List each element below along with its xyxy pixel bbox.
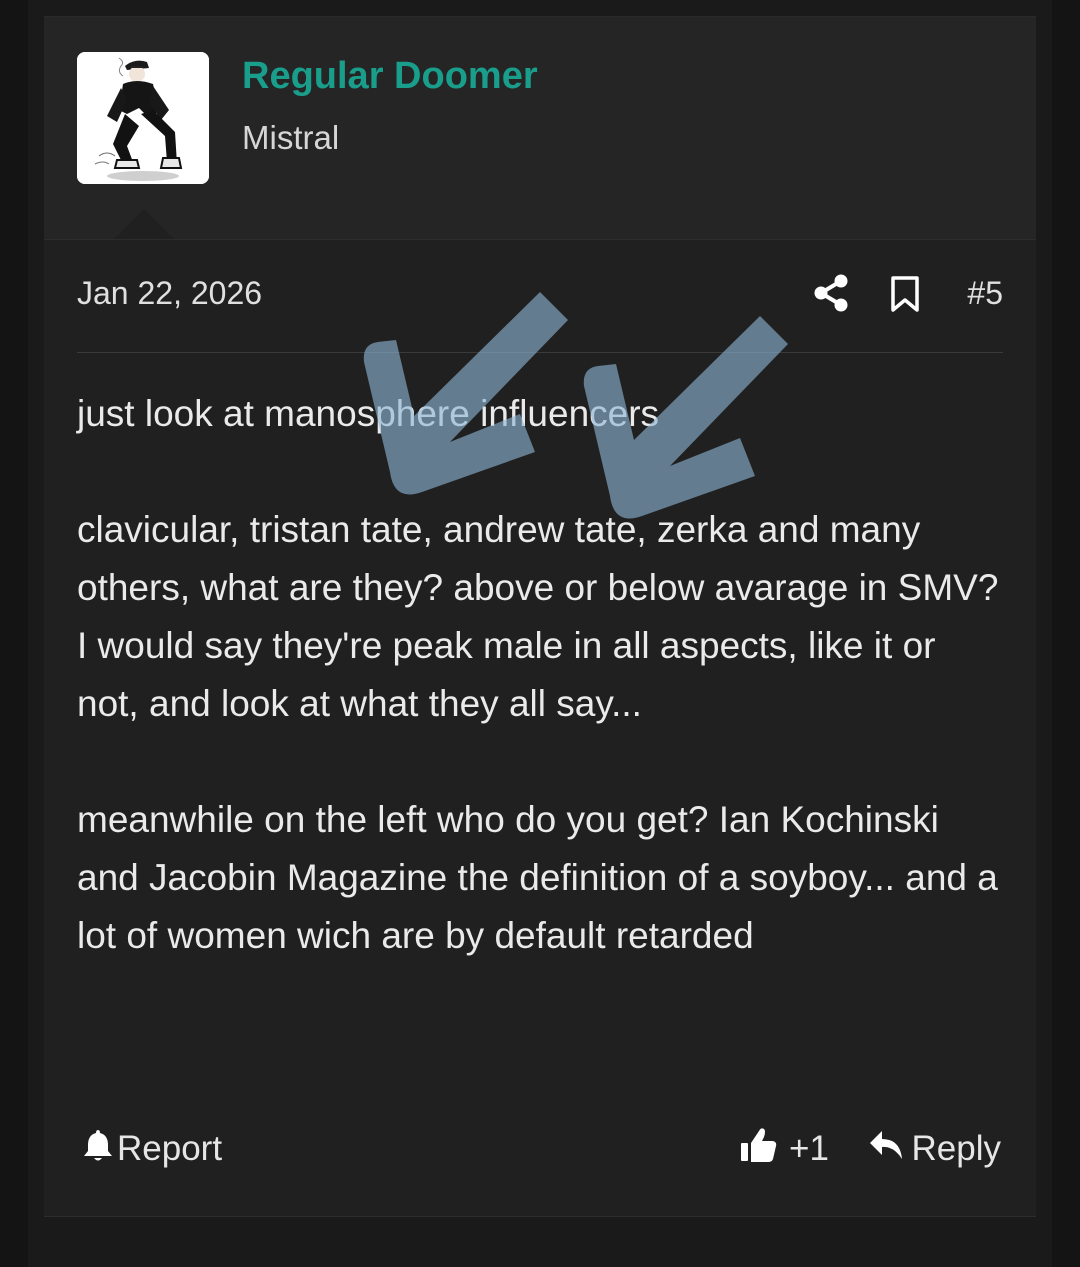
like-button[interactable]: +1 xyxy=(739,1121,829,1177)
post-meta: Jan 22, 2026 #5 xyxy=(77,273,1003,319)
report-label: Report xyxy=(117,1129,223,1168)
meta-divider xyxy=(77,352,1003,353)
post-paragraph: meanwhile on the left who do you get? Ia… xyxy=(77,799,998,956)
reply-button[interactable]: Reply xyxy=(868,1121,1001,1177)
user-header: Regular Doomer Mistral xyxy=(44,17,1036,240)
forum-post: Regular Doomer Mistral Jan 22, 2026 #5 j… xyxy=(44,16,1036,1217)
post-number-link[interactable]: #5 xyxy=(967,275,1003,312)
thumbs-up-icon xyxy=(739,1125,779,1174)
username[interactable]: Regular Doomer xyxy=(242,55,538,98)
reply-arrow-icon xyxy=(868,1129,904,1170)
user-title: Mistral xyxy=(242,119,340,156)
post-date[interactable]: Jan 22, 2026 xyxy=(77,275,262,312)
avatar[interactable] xyxy=(77,52,209,184)
bell-icon xyxy=(83,1128,113,1171)
page: Regular Doomer Mistral Jan 22, 2026 #5 j… xyxy=(0,0,1080,1267)
post-bottom-divider xyxy=(44,1216,1036,1217)
bookmark-icon[interactable] xyxy=(889,275,921,313)
share-icon[interactable] xyxy=(813,273,849,313)
post-actions: Report +1 Reply xyxy=(77,1121,1003,1177)
post-paragraph: just look at manosphere influencers xyxy=(77,393,660,434)
reply-label: Reply xyxy=(911,1129,1001,1168)
avatar-image xyxy=(77,52,209,184)
report-button[interactable]: Report xyxy=(83,1121,222,1177)
like-count: +1 xyxy=(789,1129,829,1168)
header-pointer xyxy=(114,209,174,239)
post-body: just look at manosphere influencers clav… xyxy=(77,385,1003,965)
post-paragraph: clavicular, tristan tate, andrew tate, z… xyxy=(77,509,999,724)
